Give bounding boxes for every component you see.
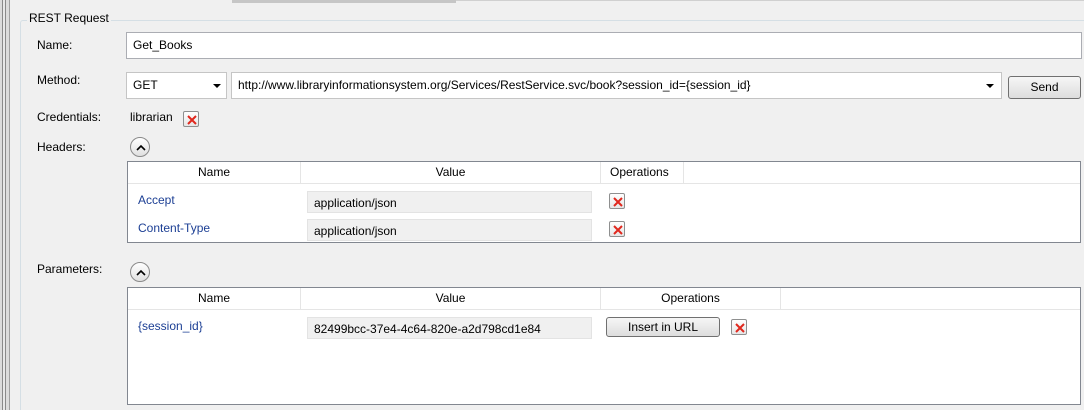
method-label: Method:	[37, 73, 81, 87]
column-header-value[interactable]: Value	[301, 288, 601, 310]
top-tab-edge	[232, 0, 456, 3]
parameter-name-cell[interactable]: {session_id}	[138, 319, 203, 333]
remove-credentials-button[interactable]	[183, 111, 199, 127]
close-icon	[735, 323, 745, 333]
parameters-grid: Name Value Operations {session_id} 82499…	[127, 287, 1081, 405]
chevron-up-icon	[136, 144, 146, 151]
parameter-value-cell[interactable]: 82499bcc-37e4-4c64-820e-a2d798cd1e84	[307, 317, 592, 339]
insert-in-url-button[interactable]: Insert in URL	[606, 317, 720, 337]
column-header-name[interactable]: Name	[128, 288, 301, 310]
chevron-up-icon	[136, 269, 146, 276]
name-input[interactable]: Get_Books	[126, 32, 1082, 59]
column-header-operations[interactable]: Operations	[601, 162, 684, 184]
send-button[interactable]: Send	[1008, 76, 1081, 99]
headers-label: Headers:	[37, 140, 86, 154]
left-splitter[interactable]	[0, 0, 10, 410]
headers-grid: Name Value Operations Accept application…	[127, 161, 1081, 243]
remove-header-button[interactable]	[609, 193, 625, 209]
url-value: http://www.libraryinformationsystem.org/…	[238, 78, 751, 92]
column-header-filler	[781, 288, 1080, 310]
parameters-label: Parameters:	[37, 262, 103, 276]
parameters-grid-header: Name Value Operations	[128, 288, 1080, 310]
splitter-grip	[2, 0, 6, 410]
chevron-down-icon[interactable]	[986, 84, 994, 88]
top-border	[456, 0, 1084, 1]
method-select[interactable]: GET	[126, 72, 227, 99]
header-value-cell[interactable]: application/json	[307, 219, 592, 241]
collapse-parameters-button[interactable]	[130, 262, 150, 282]
url-combobox[interactable]: http://www.libraryinformationsystem.org/…	[231, 72, 1002, 99]
column-header-operations[interactable]: Operations	[601, 288, 781, 310]
close-icon	[613, 225, 623, 235]
header-name-cell[interactable]: Accept	[138, 193, 175, 207]
header-name-cell[interactable]: Content-Type	[138, 221, 210, 235]
collapse-headers-button[interactable]	[130, 137, 150, 157]
credentials-value: librarian	[130, 110, 173, 124]
close-icon	[613, 197, 623, 207]
group-title: REST Request	[27, 11, 111, 25]
name-label: Name:	[37, 38, 73, 52]
headers-grid-header: Name Value Operations	[128, 162, 1080, 184]
rest-request-panel: REST Request Name: Get_Books Method: GET…	[0, 0, 1084, 410]
column-header-value[interactable]: Value	[301, 162, 601, 184]
column-header-filler	[684, 162, 1080, 184]
chevron-down-icon[interactable]	[213, 84, 221, 88]
header-value-cell[interactable]: application/json	[307, 191, 592, 213]
remove-parameter-button[interactable]	[731, 319, 747, 335]
credentials-label: Credentials:	[37, 110, 102, 124]
close-icon	[187, 115, 197, 125]
column-header-name[interactable]: Name	[128, 162, 301, 184]
remove-header-button[interactable]	[609, 221, 625, 237]
method-value: GET	[133, 78, 158, 92]
